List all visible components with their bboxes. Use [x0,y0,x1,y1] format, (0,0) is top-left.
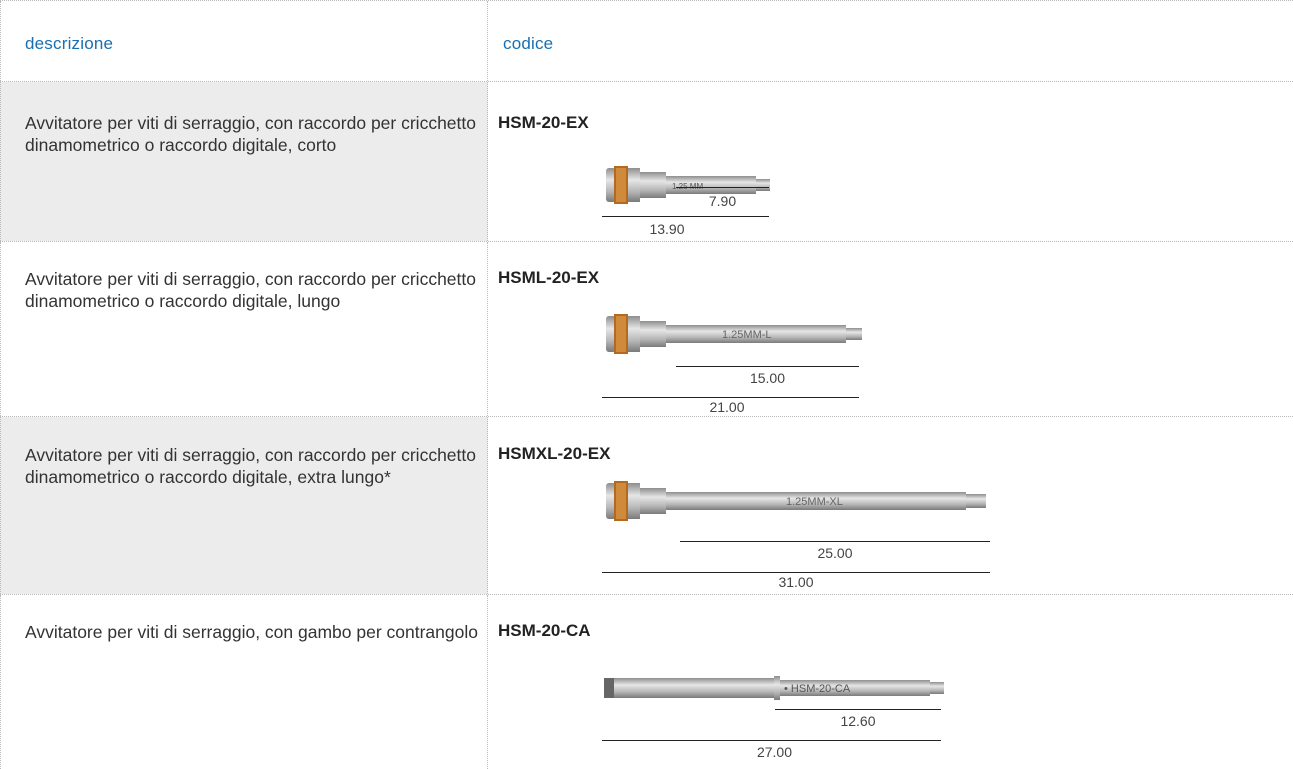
product-code: HSML-20-EX [498,268,600,287]
table-row: Avvitatore per viti di serraggio, con ra… [0,242,1293,417]
description-cell: Avvitatore per viti di serraggio, con ga… [0,595,488,769]
tool-marking: • HSM-20-CA [784,683,851,695]
table-row: Avvitatore per viti di serraggio, con ra… [0,82,1293,242]
table-row: Avvitatore per viti di serraggio, con ga… [0,595,1293,769]
dimension-inner: 25.00 [817,545,853,561]
description-cell: Avvitatore per viti di serraggio, con ra… [0,82,488,241]
dimension-line-outer [602,216,769,217]
product-description: Avvitatore per viti di serraggio, con ra… [25,113,476,155]
dimension-line-outer [602,397,859,398]
dimension-line-outer [602,572,990,573]
screwdriver-long-image: 1.25MM-L [606,314,862,354]
dimension-outer: 13.90 [649,221,685,237]
header-cell-description: descrizione [0,1,488,81]
dimension-inner: 12.60 [840,713,876,729]
tool-marking: 1.25MM-L [722,329,772,341]
dimension-line-inner [775,709,941,710]
dimension-inner: 7.90 [708,193,737,209]
screwdriver-contra-angle-image: • HSM-20-CA [604,676,944,700]
screwdriver-extra-long-image: 1.25MM-XL [606,481,986,521]
product-code: HSM-20-CA [498,621,591,640]
column-header-code: codice [503,34,554,53]
description-cell: Avvitatore per viti di serraggio, con ra… [0,417,488,594]
product-code: HSM-20-EX [498,113,589,132]
header-cell-code: codice [488,1,1293,81]
code-cell: HSML-20-EX 1.25MM-L 15.00 21.00 [488,242,1293,416]
dimension-outer: 31.00 [778,574,814,590]
product-description: Avvitatore per viti di serraggio, con ra… [25,269,476,311]
dimension-outer: 27.00 [756,744,793,760]
table-header-row: descrizione codice [0,0,1293,82]
code-cell: HSM-20-CA • HSM-20-CA 12.60 27.00 [488,595,1293,769]
tool-marking: 1.25MM-XL [786,496,843,508]
description-cell: Avvitatore per viti di serraggio, con ra… [0,242,488,416]
product-description: Avvitatore per viti di serraggio, con ra… [25,445,476,487]
dimension-outer: 21.00 [709,399,745,415]
code-cell: HSMXL-20-EX 1.25MM-XL 25.00 31.00 [488,417,1293,594]
column-header-description: descrizione [25,34,114,53]
dimension-line-inner [680,541,990,542]
product-description: Avvitatore per viti di serraggio, con ga… [25,622,478,642]
dimension-line-inner [676,366,859,367]
dimension-line-inner [676,187,769,188]
dimension-line-outer [602,740,941,741]
table-row: Avvitatore per viti di serraggio, con ra… [0,417,1293,595]
dimension-inner: 15.00 [749,370,786,386]
code-cell: HSM-20-EX 1.25 MM 7.90 13.90 [488,82,1293,241]
product-code: HSMXL-20-EX [498,444,611,463]
